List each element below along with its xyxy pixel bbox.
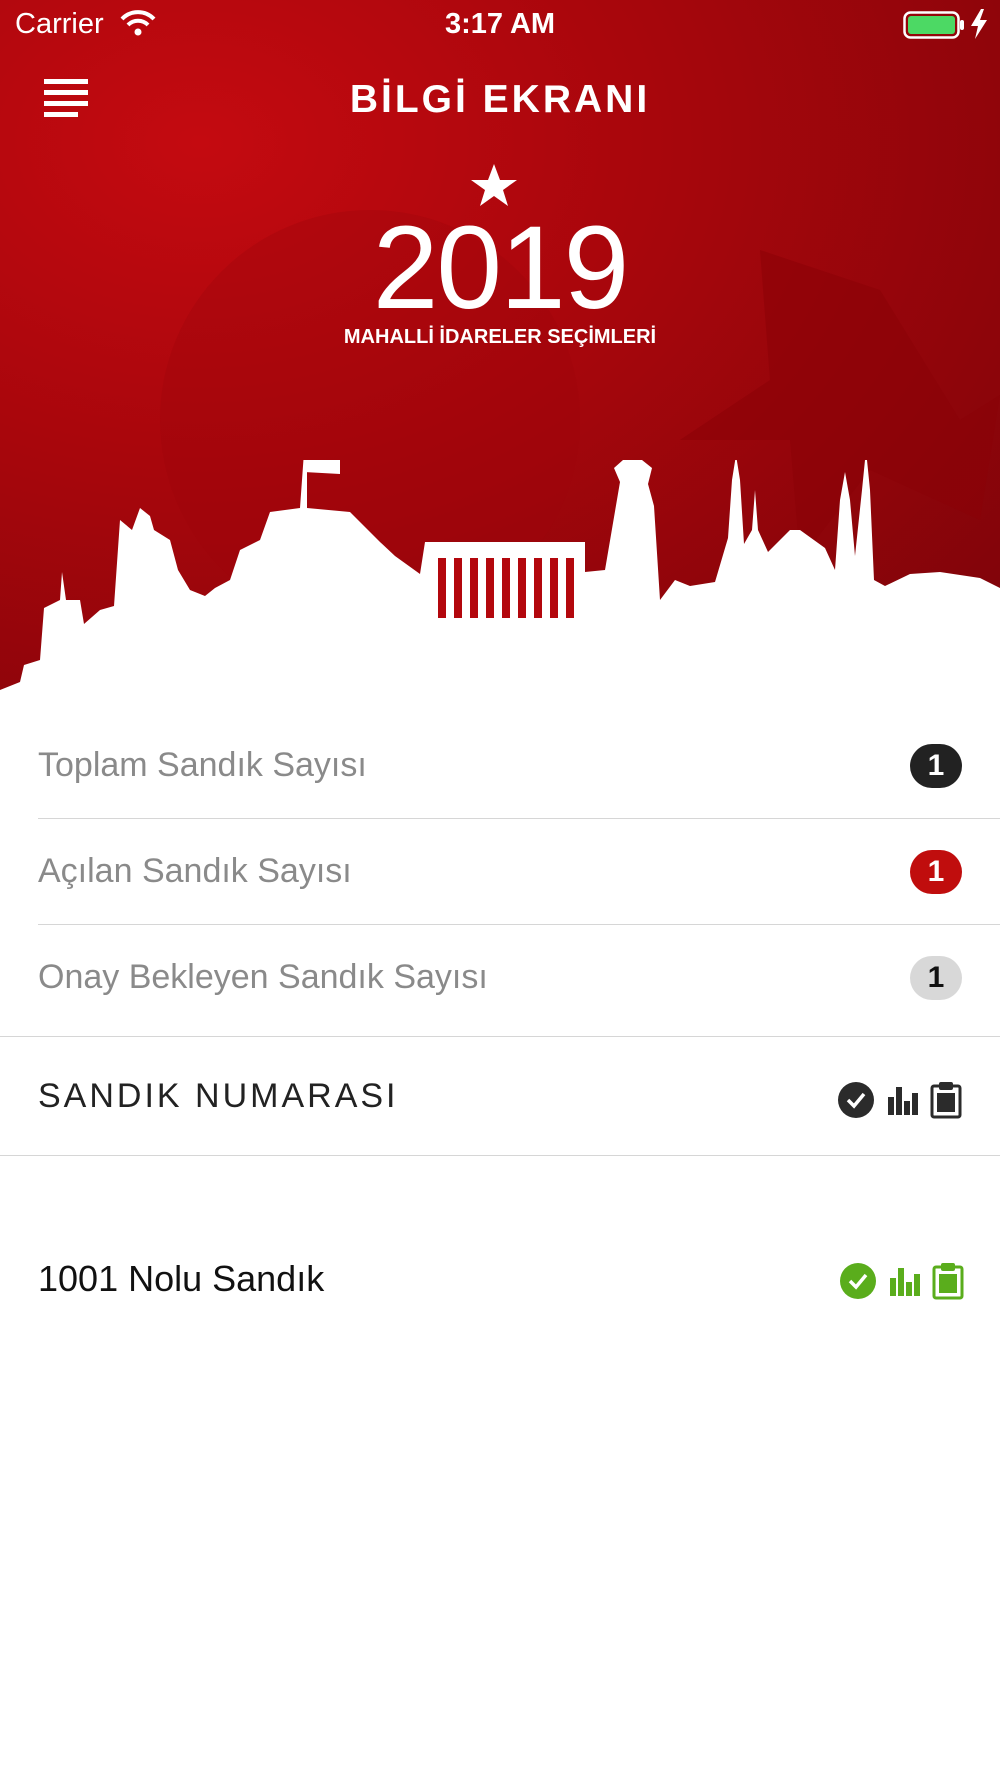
clipboard-icon [932, 1262, 964, 1305]
status-bar: Carrier 3:17 AM [0, 0, 1000, 50]
check-circle-icon [839, 1262, 877, 1305]
count-badge-total: 1 [910, 744, 962, 788]
stat-label-pending: Onay Bekleyen Sandık Sayısı [38, 958, 488, 996]
row-status-icons [833, 1262, 964, 1305]
section-header: SANDIK NUMARASI [0, 1036, 1000, 1156]
bar-chart-icon [886, 1083, 920, 1122]
page-title: BİLGİ EKRANI [349, 78, 651, 121]
list-item-sandik-1001[interactable]: 1001 Nolu Sandık [0, 1228, 1000, 1338]
count-badge-opened: 1 [910, 850, 962, 894]
clipboard-icon [930, 1081, 962, 1124]
charging-icon [970, 9, 988, 44]
sandik-label: 1001 Nolu Sandık [38, 1258, 325, 1299]
bar-chart-icon [888, 1264, 922, 1303]
battery-icon [903, 11, 965, 44]
logo-year: 2019 [372, 202, 630, 334]
status-time: 3:17 AM [444, 8, 556, 40]
check-circle-icon [837, 1081, 875, 1124]
section-title: SANDIK NUMARASI [38, 1077, 399, 1115]
header-banner: Carrier 3:17 AM BİLGİ EKRANI 2019 MAHALL… [0, 0, 1000, 712]
logo-subtitle: MAHALLİ İDARELER SEÇİMLERİ [343, 326, 657, 348]
header-status-icons [831, 1081, 962, 1124]
stat-row-opened: Açılan Sandık Sayısı 1 [38, 818, 1000, 925]
stat-label-total: Toplam Sandık Sayısı [38, 746, 367, 784]
stat-label-opened: Açılan Sandık Sayısı [38, 852, 352, 890]
count-badge-pending: 1 [910, 956, 962, 1000]
stat-row-pending: Onay Bekleyen Sandık Sayısı 1 [38, 924, 1000, 1030]
election-logo: 2019 MAHALLİ İDARELER SEÇİMLERİ [330, 160, 670, 360]
stat-row-total: Toplam Sandık Sayısı 1 [38, 712, 1000, 819]
city-skyline [0, 460, 1000, 712]
